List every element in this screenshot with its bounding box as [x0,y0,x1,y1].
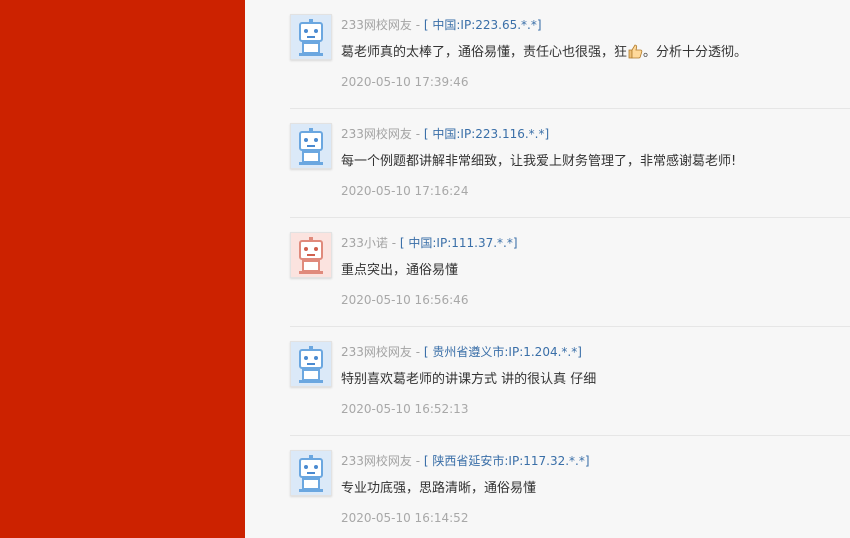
meta-separator: - [411,18,424,32]
comment-text: 葛老师真的太棒了，通俗易懂，责任心也很强，狂 。分析十分透彻。 [341,43,747,66]
comment-item: 233网校网友 - [ 中国:IP:223.65.*.*] 葛老师真的太棒了，通… [290,0,850,109]
side-banner [0,0,245,538]
robot-avatar-icon [291,124,331,168]
comment-item: 233小诺 - [ 中国:IP:111.37.*.*] 重点突出，通俗易懂 20… [290,218,850,327]
comment-item: 233网校网友 - [ 中国:IP:223.116.*.*] 每一个例题都讲解非… [290,109,850,218]
avatar [290,123,332,169]
avatar [290,450,332,496]
comment-text: 特别喜欢葛老师的讲课方式 讲的很认真 仔细 [341,372,597,387]
comment-time: 2020-05-10 16:56:46 [341,293,469,307]
comment-location-link[interactable]: [ 中国:IP:223.65.*.*] [424,18,542,32]
meta-separator: - [411,127,424,141]
avatar [290,341,332,387]
comment-user: 233网校网友 [341,345,412,359]
comment-text: 重点突出，通俗易懂 [341,263,459,278]
avatar [290,14,332,60]
comment-location-link[interactable]: [ 中国:IP:111.37.*.*] [400,236,518,250]
robot-avatar-icon [291,233,331,277]
comment-location-link[interactable]: [ 陕西省延安市:IP:117.32.*.*] [424,454,590,468]
comment-user: 233网校网友 [341,127,412,141]
comment-time: 2020-05-10 16:14:52 [341,511,469,525]
robot-avatar-icon [291,15,331,59]
meta-separator: - [387,236,400,250]
comment-item: 233网校网友 - [ 陕西省延安市:IP:117.32.*.*] 专业功底强，… [290,436,850,538]
comment-time: 2020-05-10 17:39:46 [341,75,469,89]
avatar [290,232,332,278]
meta-separator: - [411,345,424,359]
comment-text: 专业功底强，思路清晰，通俗易懂 [341,481,537,496]
comment-text: 每一个例题都讲解非常细致，让我爱上财务管理了，非常感谢葛老师! [341,154,737,169]
comment-meta: 233网校网友 - [ 中国:IP:223.65.*.*] [341,17,542,33]
robot-avatar-icon [291,342,331,386]
thumbs-up-icon [627,43,643,66]
meta-separator: - [411,454,424,468]
comment-user: 233网校网友 [341,454,412,468]
comment-list: 233网校网友 - [ 中国:IP:223.65.*.*] 葛老师真的太棒了，通… [245,0,850,538]
comment-time: 2020-05-10 16:52:13 [341,402,469,416]
comment-user: 233小诺 [341,236,388,250]
comment-meta: 233网校网友 - [ 陕西省延安市:IP:117.32.*.*] [341,453,590,469]
comment-location-link[interactable]: [ 中国:IP:223.116.*.*] [424,127,549,141]
comment-item: 233网校网友 - [ 贵州省遵义市:IP:1.204.*.*] 特别喜欢葛老师… [290,327,850,436]
robot-avatar-icon [291,451,331,495]
comment-location-link[interactable]: [ 贵州省遵义市:IP:1.204.*.*] [424,345,582,359]
comment-meta: 233网校网友 - [ 贵州省遵义市:IP:1.204.*.*] [341,344,582,360]
comment-meta: 233小诺 - [ 中国:IP:111.37.*.*] [341,235,518,251]
comment-user: 233网校网友 [341,18,412,32]
comment-meta: 233网校网友 - [ 中国:IP:223.116.*.*] [341,126,549,142]
comment-time: 2020-05-10 17:16:24 [341,184,469,198]
